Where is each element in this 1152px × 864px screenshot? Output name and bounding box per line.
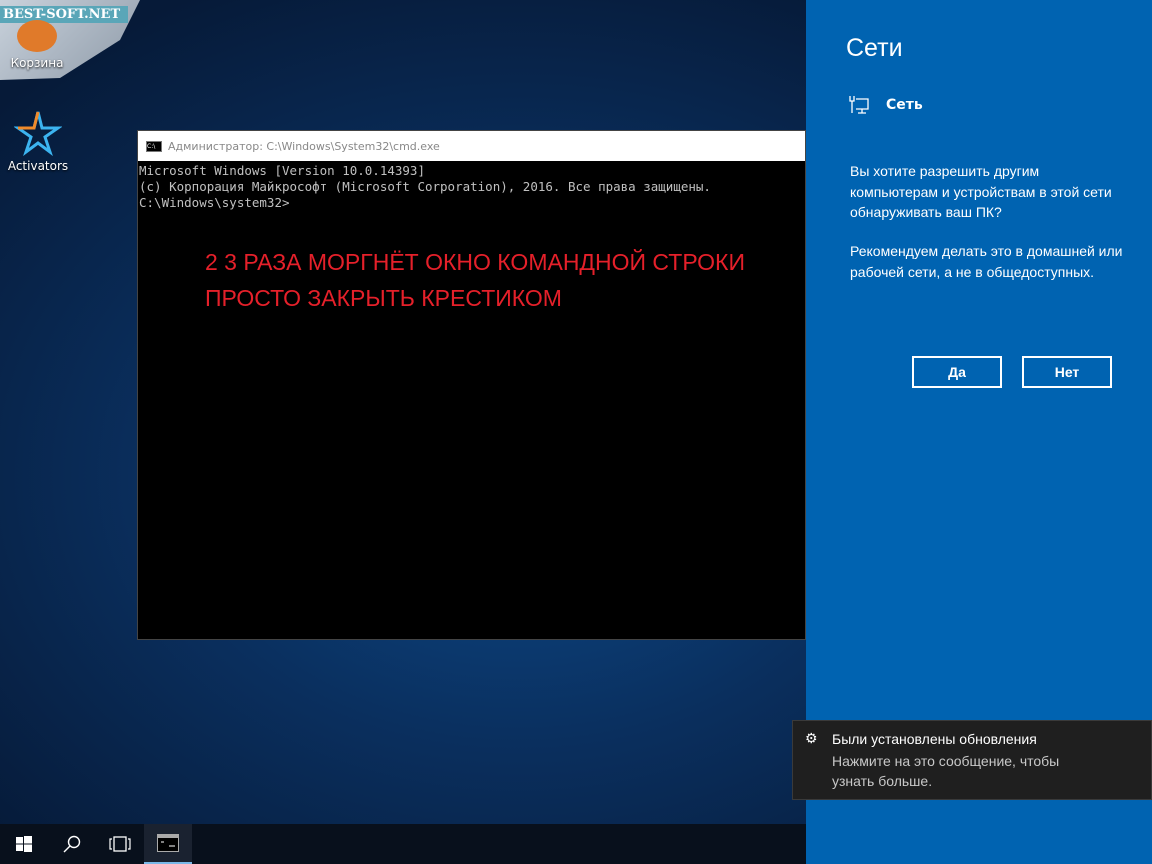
desktop-icon-recycle-bin[interactable]: Корзина — [0, 20, 74, 70]
notification-body: Нажмите на это сообщение, чтобы узнать б… — [832, 753, 1060, 789]
ethernet-icon — [849, 96, 869, 114]
cmd-icon: C:\ — [146, 140, 162, 152]
desktop-icon-label: Корзина — [10, 56, 64, 70]
cmd-window[interactable]: C:\ Администратор: C:\Windows\System32\c… — [137, 130, 806, 640]
annotation-line-2: ПРОСТО ЗАКРЫТЬ КРЕСТИКОМ — [205, 285, 562, 311]
no-button[interactable]: Нет — [1022, 356, 1112, 388]
task-view-button[interactable] — [96, 824, 144, 864]
annotation-line-1: 2 3 РАЗА МОРГНЁТ ОКНО КОМАНДНОЙ СТРОКИ — [205, 249, 745, 275]
cmd-title-bar[interactable]: C:\ Администратор: C:\Windows\System32\c… — [138, 131, 805, 161]
start-icon — [16, 836, 32, 852]
start-button[interactable] — [0, 824, 48, 864]
search-button[interactable] — [48, 824, 96, 864]
desktop-icon-activators[interactable]: Activators — [1, 108, 75, 173]
cmd-output[interactable]: Microsoft Windows [Version 10.0.14393] (c… — [138, 161, 805, 211]
panel-title: Сети — [846, 34, 903, 62]
search-icon — [63, 835, 81, 853]
cmd-icon — [157, 834, 179, 852]
cmd-prompt: C:\Windows\system32> — [139, 195, 290, 210]
taskbar — [0, 824, 806, 864]
cmd-title: Администратор: C:\Windows\System32\cmd.e… — [168, 139, 440, 153]
cmd-line: (c) Корпорация Майкрософт (Microsoft Cor… — [139, 179, 711, 194]
update-notification[interactable]: ⚙ Были установлены обновления Нажмите на… — [792, 720, 1152, 800]
activators-star-icon — [13, 111, 63, 157]
network-name: Сеть — [886, 97, 923, 113]
network-item[interactable]: Сеть — [848, 95, 923, 115]
desktop-icon-label: Activators — [7, 159, 69, 173]
taskbar-cmd-button[interactable] — [144, 824, 192, 864]
notification-title: Были установлены обновления — [832, 731, 1037, 747]
yes-button[interactable]: Да — [912, 356, 1002, 388]
task-view-icon — [109, 836, 131, 852]
recycle-bin-icon — [17, 20, 57, 52]
discovery-recommendation: Рекомендуем делать это в домашней или ра… — [850, 243, 1123, 280]
gear-icon: ⚙ — [805, 730, 818, 746]
discovery-question: Вы хотите разрешить другим компьютерам и… — [850, 163, 1112, 220]
cmd-line: Microsoft Windows [Version 10.0.14393] — [139, 163, 425, 178]
